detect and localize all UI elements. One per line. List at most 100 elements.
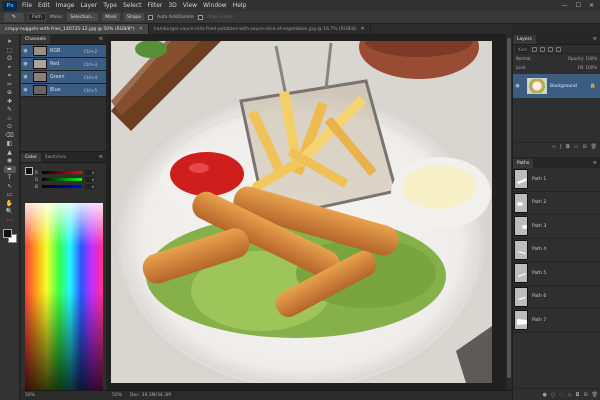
path-row[interactable]: Path 3 (513, 215, 600, 239)
menu-layer[interactable]: Layer (77, 2, 100, 9)
color-slider-blue[interactable]: B 0 (21, 183, 106, 190)
panel-menu-icon[interactable]: ≡ (99, 35, 106, 44)
panel-menu-icon[interactable]: ≡ (593, 159, 600, 168)
clone-stamp-tool-icon[interactable]: ♨ (4, 115, 16, 123)
menu-view[interactable]: View (180, 2, 200, 9)
load-selection-icon[interactable]: ◌ (559, 392, 563, 398)
rectangle-tool-icon[interactable]: ▭ (4, 191, 16, 199)
minimize-icon[interactable]: — (562, 2, 568, 9)
zoom-readout[interactable]: 50% (112, 393, 122, 398)
trash-icon[interactable]: 🗑 (591, 144, 597, 150)
close-icon[interactable]: ✕ (139, 26, 143, 32)
layer-kind-filter[interactable]: Kind (516, 46, 529, 52)
fill-path-icon[interactable]: ● (542, 392, 546, 398)
tab-layers[interactable]: Layers (513, 35, 536, 44)
history-brush-tool-icon[interactable]: ⊙ (4, 123, 16, 131)
new-group-icon[interactable]: ▭ (574, 144, 579, 150)
menu-image[interactable]: Image (53, 2, 78, 9)
scrollbar-thumb[interactable] (507, 38, 511, 378)
pen-tool-preset-icon[interactable]: ✎ (4, 12, 24, 22)
path-row[interactable]: Path 7 (513, 309, 600, 333)
eraser-tool-icon[interactable]: ⌫ (4, 132, 16, 140)
zoom-tool-icon[interactable]: 🔍 (4, 208, 16, 216)
maximize-icon[interactable]: ☐ (576, 2, 581, 9)
menu-filter[interactable]: Filter (145, 2, 166, 9)
slider-value[interactable]: 0 (85, 184, 95, 189)
add-mask-icon[interactable]: ◘ (575, 392, 579, 398)
color-swatches[interactable] (2, 229, 17, 243)
color-spectrum-ramp[interactable] (25, 203, 103, 399)
make-shape-button[interactable]: Shape (123, 13, 144, 21)
visibility-eye-icon[interactable]: ◉ (21, 87, 30, 93)
trash-icon[interactable]: 🗑 (592, 392, 598, 398)
slider-track[interactable] (42, 185, 82, 188)
blend-mode-select[interactable]: Normal (516, 56, 530, 61)
marquee-tool-icon[interactable]: ⬚ (4, 47, 16, 55)
opacity-field[interactable]: Opacity: 100% (568, 56, 597, 61)
pixel-filter-icon[interactable] (531, 46, 537, 52)
dodge-tool-icon[interactable]: ◉ (4, 157, 16, 165)
path-row[interactable]: Path 4 (513, 239, 600, 262)
slice-tool-icon[interactable]: ✂ (4, 81, 16, 89)
menu-edit[interactable]: Edit (35, 2, 53, 9)
move-tool-icon[interactable]: ➤ (4, 38, 16, 46)
tab-paths[interactable]: Paths (513, 159, 534, 168)
auto-add-delete-checkbox[interactable] (147, 14, 153, 20)
channel-row-blue[interactable]: ◉ Blue Ctrl+5 (21, 84, 106, 97)
tab-hamburger[interactable]: hamburger-sauce-rolls-fried-potatoes-wit… (149, 24, 371, 34)
crop-tool-icon[interactable]: ⌗ (4, 72, 16, 80)
channel-row-rgb[interactable]: ◉ RGB Ctrl+2 (21, 45, 106, 58)
layer-row-background[interactable]: ◉ Background 🔒 (513, 74, 600, 98)
foreground-color-swatch[interactable] (2, 229, 12, 238)
menu-select[interactable]: Select (120, 2, 145, 9)
add-mask-icon[interactable]: ◘ (566, 144, 570, 150)
slider-track[interactable] (42, 178, 82, 181)
tool-mode-select[interactable]: Path (28, 13, 46, 21)
type-filter-icon[interactable] (547, 46, 553, 52)
tab-color[interactable]: Color (21, 153, 41, 162)
shape-filter-icon[interactable] (555, 46, 561, 52)
foreground-color-swatch[interactable] (25, 167, 33, 175)
new-layer-icon[interactable]: ⊞ (582, 144, 586, 150)
menu-3d[interactable]: 3D (165, 2, 179, 9)
color-slider-green[interactable]: G 0 (21, 176, 106, 183)
align-edges-checkbox[interactable] (197, 14, 203, 20)
tab-channels[interactable]: Channels (21, 35, 50, 44)
menu-window[interactable]: Window (200, 2, 230, 9)
path-row[interactable]: Path 1 (513, 168, 600, 192)
panel-menu-icon[interactable]: ≡ (99, 153, 106, 162)
close-icon[interactable]: ✕ (589, 2, 594, 9)
tab-crispy-nuggets[interactable]: crispy-nuggets-with-fries_140725-12.jpg … (0, 24, 149, 34)
brush-tool-icon[interactable]: ✎ (4, 106, 16, 114)
visibility-eye-icon[interactable]: ◉ (21, 48, 30, 54)
hand-tool-icon[interactable]: ✋ (4, 200, 16, 208)
close-icon[interactable]: ✕ (361, 26, 365, 32)
slider-value[interactable]: 0 (85, 177, 95, 182)
panel-menu-icon[interactable]: ≡ (593, 35, 600, 44)
path-row[interactable]: Path 2 (513, 192, 600, 215)
menu-help[interactable]: Help (230, 2, 250, 9)
visibility-eye-icon[interactable]: ◉ (21, 61, 30, 67)
pen-tool-icon[interactable]: ✒ (3, 165, 16, 173)
adjustment-filter-icon[interactable] (539, 46, 545, 52)
gradient-tool-icon[interactable]: ◧ (4, 140, 16, 148)
channel-row-green[interactable]: ◉ Green Ctrl+4 (21, 71, 106, 84)
channel-row-red[interactable]: ◉ Red Ctrl+3 (21, 58, 106, 71)
make-mask-button[interactable]: Mask (102, 13, 120, 21)
eyedropper-tool-icon[interactable]: ⊕ (4, 89, 16, 97)
quick-select-tool-icon[interactable]: ⌖ (4, 64, 16, 72)
healing-tool-icon[interactable]: ✚ (4, 98, 16, 106)
more-tools-icon[interactable]: ⋯ (4, 217, 16, 225)
make-path-icon[interactable]: ◇ (568, 392, 572, 398)
path-row[interactable]: Path 5 (513, 262, 600, 286)
path-row[interactable]: Path 6 (513, 286, 600, 309)
lasso-tool-icon[interactable]: ʘ (4, 55, 16, 63)
make-selection-button[interactable]: Selection... (67, 13, 99, 21)
blur-tool-icon[interactable]: ▲ (4, 149, 16, 157)
tab-swatches[interactable]: Swatches (41, 153, 71, 162)
visibility-eye-icon[interactable]: ◉ (513, 83, 522, 89)
visibility-eye-icon[interactable]: ◉ (21, 74, 30, 80)
stroke-path-icon[interactable]: ○ (551, 392, 555, 398)
image-canvas[interactable] (111, 41, 492, 383)
type-tool-icon[interactable]: T (4, 174, 16, 182)
